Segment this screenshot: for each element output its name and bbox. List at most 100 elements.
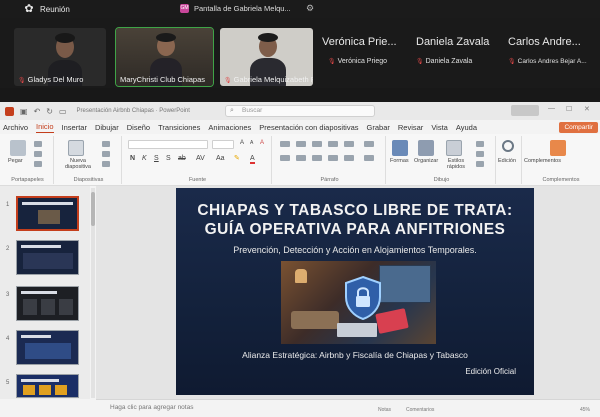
layout-icon[interactable] [102,141,110,147]
notes-toggle[interactable]: Notas [378,407,391,413]
bold-icon[interactable]: N [130,155,135,162]
redo-icon[interactable]: ↻ [46,107,53,116]
account-avatar[interactable] [511,105,539,116]
font-family-select[interactable] [128,140,208,149]
participant-tile[interactable]: Verónica Prie... 🎙 Verónica Priego [322,36,397,86]
participant-tile[interactable]: 🎙 Gladys Del Muro [14,28,106,86]
present-icon[interactable]: ▭ [59,107,67,116]
bullets-icon[interactable] [280,141,290,147]
participant-tile[interactable]: Daniela Zavala 🎙 Daniela Zavala [416,36,489,86]
arrange-button[interactable]: Organizar [414,158,438,164]
increase-indent-icon[interactable] [328,141,338,147]
decrease-indent-icon[interactable] [312,141,322,147]
paste-icon[interactable] [10,140,26,156]
slide-alliance-text[interactable]: Alianza Estratégica: Airbnb y Fiscalía d… [176,350,534,360]
save-icon[interactable]: ▣ [20,107,28,116]
slide-thumbnail[interactable] [16,240,79,275]
strikethrough-icon[interactable]: ab [178,155,186,162]
cut-icon[interactable] [34,141,42,147]
minimize-icon[interactable]: — [548,105,555,112]
tab-transiciones[interactable]: Transiciones [158,123,200,132]
close-icon[interactable]: ✕ [584,105,590,113]
participant-tile-active[interactable]: MaryChristi Club Chiapas [115,27,214,87]
align-right-icon[interactable] [312,155,322,161]
participant-tile[interactable]: Carlos Andre... 🎙 Carlos Andres Bejar A..… [508,36,587,86]
find-icon[interactable] [502,140,514,152]
addins-icon[interactable] [550,140,566,156]
participant-display-name: Daniela Zavala [416,36,490,48]
new-slide-icon[interactable] [68,140,84,156]
tab-presentacion[interactable]: Presentación con diapositivas [259,123,358,132]
notes-placeholder[interactable]: Haga clic para agregar notas [110,404,193,411]
share-button[interactable]: Compartir [559,122,598,133]
zoom-level[interactable]: 45% [580,407,590,413]
text-direction-icon[interactable] [364,141,374,147]
group-label: Diapositivas [73,177,104,183]
quick-styles-button[interactable]: Estilos rápidos [442,158,470,170]
editing-button[interactable]: Edición [498,158,516,164]
section-icon[interactable] [102,161,110,167]
slide-subtitle[interactable]: Prevención, Detección y Acción en Alojam… [176,245,534,255]
font-color-icon[interactable]: A [250,155,255,164]
addins-button[interactable]: Complementos [524,158,561,164]
slide-title-line-1[interactable]: CHIAPAS Y TABASCO LIBRE DE TRATA: [176,202,534,220]
maximize-icon[interactable]: ☐ [566,105,572,113]
tab-animaciones[interactable]: Animaciones [208,123,251,132]
tab-vista[interactable]: Vista [431,123,448,132]
quick-styles-icon[interactable] [446,140,462,156]
align-center-icon[interactable] [296,155,306,161]
settings-icon[interactable]: ⚙ [306,3,314,14]
font-size-select[interactable] [212,140,234,149]
slide-thumbnail[interactable] [16,330,79,365]
tab-inicio[interactable]: Inicio [36,122,54,133]
reset-icon[interactable] [102,151,110,157]
thumbnail-scrollbar[interactable] [91,188,95,398]
slide-thumbnail[interactable] [16,374,79,398]
shadow-icon[interactable]: S [166,155,171,162]
tab-archivo[interactable]: Archivo [3,123,28,132]
tab-ayuda[interactable]: Ayuda [456,123,477,132]
slide-thumbnail[interactable] [16,286,79,321]
screen-share-label[interactable]: Pantalla de Gabriela Melqu... [194,4,291,13]
slide-edition-text[interactable]: Edición Oficial [465,367,516,376]
align-left-icon[interactable] [280,155,290,161]
notes-pane[interactable]: Haga clic para agregar notas Notas Comen… [96,399,600,417]
shapes-button[interactable]: Formas [390,158,409,164]
shape-effects-icon[interactable] [476,161,484,167]
paste-button[interactable]: Pegar [8,158,23,164]
current-slide[interactable]: CHIAPAS Y TABASCO LIBRE DE TRATA: GUÍA O… [176,188,534,395]
format-painter-icon[interactable] [34,161,42,167]
highlight-icon[interactable]: ✎ [234,154,240,162]
comments-toggle[interactable]: Comentarios [406,407,434,413]
shape-fill-icon[interactable] [476,141,484,147]
slide-title-line-2[interactable]: GUÍA OPERATIVA PARA ANFITRIONES [176,221,534,239]
new-slide-button[interactable]: Nueva diapositiva [58,158,98,170]
italic-icon[interactable]: K [142,155,147,162]
numbering-icon[interactable] [296,141,306,147]
slide-thumbnail-selected[interactable] [16,196,79,231]
copy-icon[interactable] [34,151,42,157]
shape-outline-icon[interactable] [476,151,484,157]
slide-illustration[interactable] [281,261,436,344]
participant-tile[interactable]: 🎙 Gabriela Melquizabeth P... [220,28,313,86]
tab-dibujar[interactable]: Dibujar [95,123,119,132]
line-spacing-icon[interactable] [344,141,354,147]
tab-insertar[interactable]: Insertar [62,123,87,132]
arrange-icon[interactable] [418,140,434,156]
shapes-icon[interactable] [392,140,408,156]
case-icon[interactable]: Aa [216,155,225,162]
spacing-icon[interactable]: AV [196,155,205,162]
clear-format-icon[interactable]: A [260,140,264,146]
grow-font-icon[interactable]: A [240,140,244,146]
tab-revisar[interactable]: Revisar [398,123,423,132]
columns-icon[interactable] [344,155,354,161]
shrink-font-icon[interactable]: A [250,140,253,146]
undo-icon[interactable]: ↶ [34,107,41,116]
justify-icon[interactable] [328,155,338,161]
tab-diseno[interactable]: Diseño [127,123,150,132]
underline-icon[interactable]: S [154,155,159,162]
search-input[interactable]: ⌕ Buscar [225,105,375,117]
smartart-icon[interactable] [364,155,374,161]
scrollbar-thumb[interactable] [91,192,95,226]
tab-grabar[interactable]: Grabar [367,123,390,132]
